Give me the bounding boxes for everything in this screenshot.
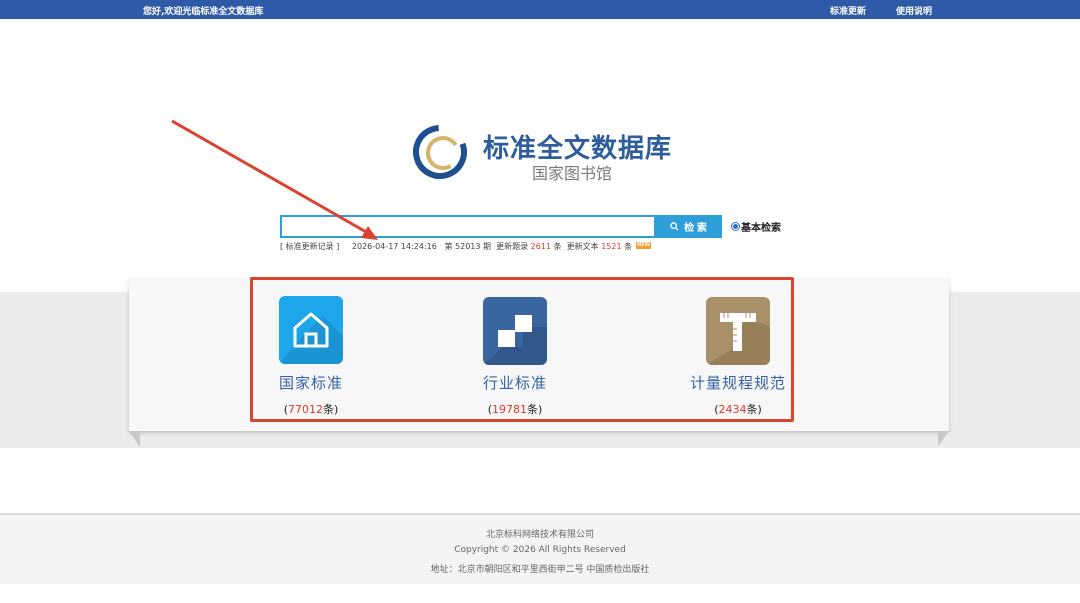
new-badge: NEW: [636, 242, 651, 249]
issue-suffix: 期: [483, 242, 492, 251]
card-fold-right: [938, 431, 949, 447]
issue-prefix: 第: [444, 242, 453, 251]
footer-address: 地址：北京市朝阳区和平里西街甲二号 中国质检出版社: [430, 565, 650, 575]
category-national-standard[interactable]: 国家标准 (77012条): [269, 296, 353, 417]
text-count: 1521: [601, 242, 622, 251]
category-count: (2434条): [714, 403, 762, 416]
text-label: 更新文本: [566, 242, 599, 251]
titles-count: 2611: [530, 242, 552, 251]
text-unit: 条: [624, 242, 633, 251]
titles-label: 更新题录: [496, 242, 529, 251]
search-input[interactable]: [280, 215, 656, 238]
house-icon[interactable]: [279, 296, 343, 364]
titles-unit: 条: [553, 242, 562, 251]
category-count: (77012条): [283, 403, 339, 416]
category-industry-standard[interactable]: 行业标准 (19781条): [473, 297, 557, 417]
basic-search-radio[interactable]: 基本检索: [731, 219, 781, 234]
footer-company: 北京标科网络技术有限公司: [485, 530, 594, 540]
top-bar: 您好,欢迎光临标准全文数据库 标准更新 使用说明: [0, 0, 1080, 19]
category-name[interactable]: 国家标准: [269, 372, 353, 393]
radio-selected-icon[interactable]: [731, 222, 740, 231]
usage-guide-link[interactable]: 使用说明: [896, 4, 932, 17]
category-name[interactable]: 行业标准: [473, 372, 557, 393]
logo-ring-icon: [413, 125, 467, 179]
category-name[interactable]: 计量规程规范: [678, 372, 798, 393]
footer: 北京标科网络技术有限公司 Copyright © 2026 All Rights…: [0, 513, 1080, 584]
update-info-line: [ 标准更新记录 ] 2026-04-17 14:24:16 第 52013 期…: [280, 241, 632, 252]
issue-number: 52013: [455, 242, 481, 251]
category-count: (19781条): [487, 403, 543, 416]
welcome-text: 您好,欢迎光临标准全文数据库: [143, 7, 264, 17]
update-timestamp: 2026-04-17 14:24:16: [351, 242, 437, 251]
footer-copyright: Copyright © 2026 All Rights Reserved: [454, 545, 626, 555]
search-button[interactable]: 检 索: [655, 215, 722, 238]
card-fold-left: [129, 431, 140, 447]
standard-update-link[interactable]: 标准更新: [830, 4, 866, 17]
ruler-icon[interactable]: [706, 297, 770, 365]
search-button-label: 检 索: [684, 223, 707, 234]
basic-search-label: 基本检索: [741, 223, 781, 234]
site-logo: 标准全文数据库 国家图书馆: [410, 120, 690, 184]
update-record-link[interactable]: [ 标准更新记录 ]: [280, 242, 339, 251]
category-metrology[interactable]: 计量规程规范 (2434条): [678, 297, 798, 417]
logo-subtitle: 国家图书馆: [532, 164, 613, 183]
search-icon: [670, 222, 679, 231]
blocks-icon[interactable]: [483, 297, 547, 365]
